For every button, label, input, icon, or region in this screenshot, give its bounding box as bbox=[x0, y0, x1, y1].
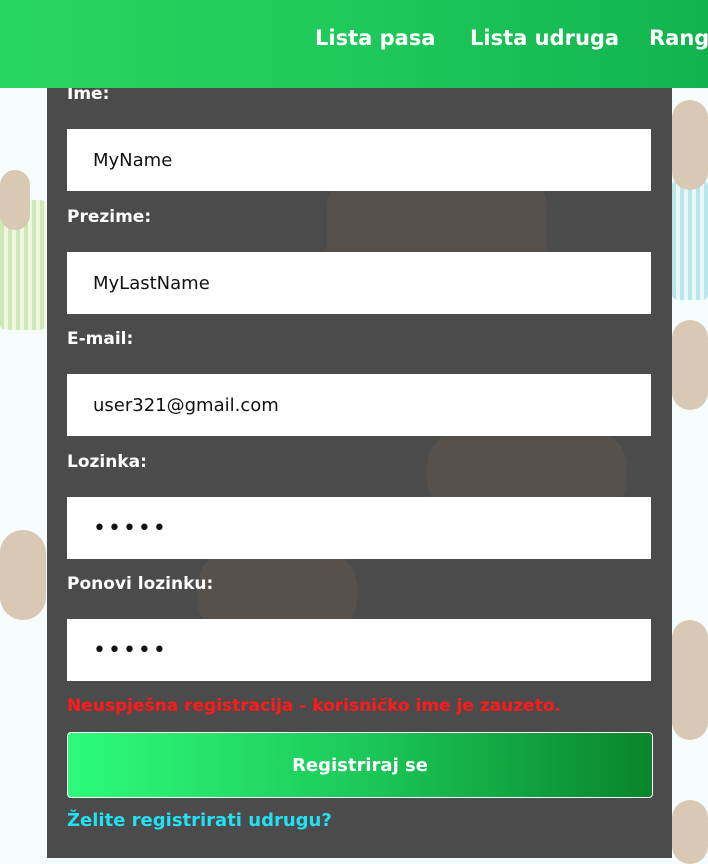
password-input[interactable]: ••••• bbox=[67, 497, 651, 559]
nav-link-lista-udruga[interactable]: Lista udruga bbox=[470, 26, 619, 50]
dog-silhouette-right-4 bbox=[672, 800, 708, 864]
top-navigation-bar: Lista pasa Lista udruga Rang bbox=[0, 0, 708, 88]
striped-sweater-decoration-blue bbox=[672, 180, 708, 300]
nav-link-lista-pasa[interactable]: Lista pasa bbox=[315, 26, 435, 50]
nav-link-rang[interactable]: Rang bbox=[649, 26, 708, 50]
ime-input[interactable]: MyName bbox=[67, 129, 651, 191]
registration-error-message: Neuspješna registracija - korisničko ime… bbox=[67, 696, 561, 716]
dog-silhouette-left bbox=[0, 530, 46, 620]
label-lozinka: Lozinka: bbox=[67, 452, 147, 472]
email-input[interactable]: user321@gmail.com bbox=[67, 374, 651, 436]
prezime-input[interactable]: MyLastName bbox=[67, 252, 651, 314]
label-email: E-mail: bbox=[67, 329, 134, 349]
register-button[interactable]: Registriraj se bbox=[67, 732, 653, 798]
dog-silhouette-right-2 bbox=[672, 320, 708, 410]
dog-silhouette-right bbox=[672, 100, 708, 190]
label-prezime: Prezime: bbox=[67, 207, 152, 227]
registration-form-panel: Ime: MyName Prezime: MyLastName E-mail: … bbox=[47, 84, 672, 858]
dog-silhouette-right-3 bbox=[672, 620, 708, 740]
register-association-link[interactable]: Želite registrirati udrugu? bbox=[67, 810, 332, 831]
dog-silhouette-left-2 bbox=[0, 170, 30, 230]
label-ponovi-lozinku: Ponovi lozinku: bbox=[67, 574, 214, 594]
confirm-password-input[interactable]: ••••• bbox=[67, 619, 651, 681]
